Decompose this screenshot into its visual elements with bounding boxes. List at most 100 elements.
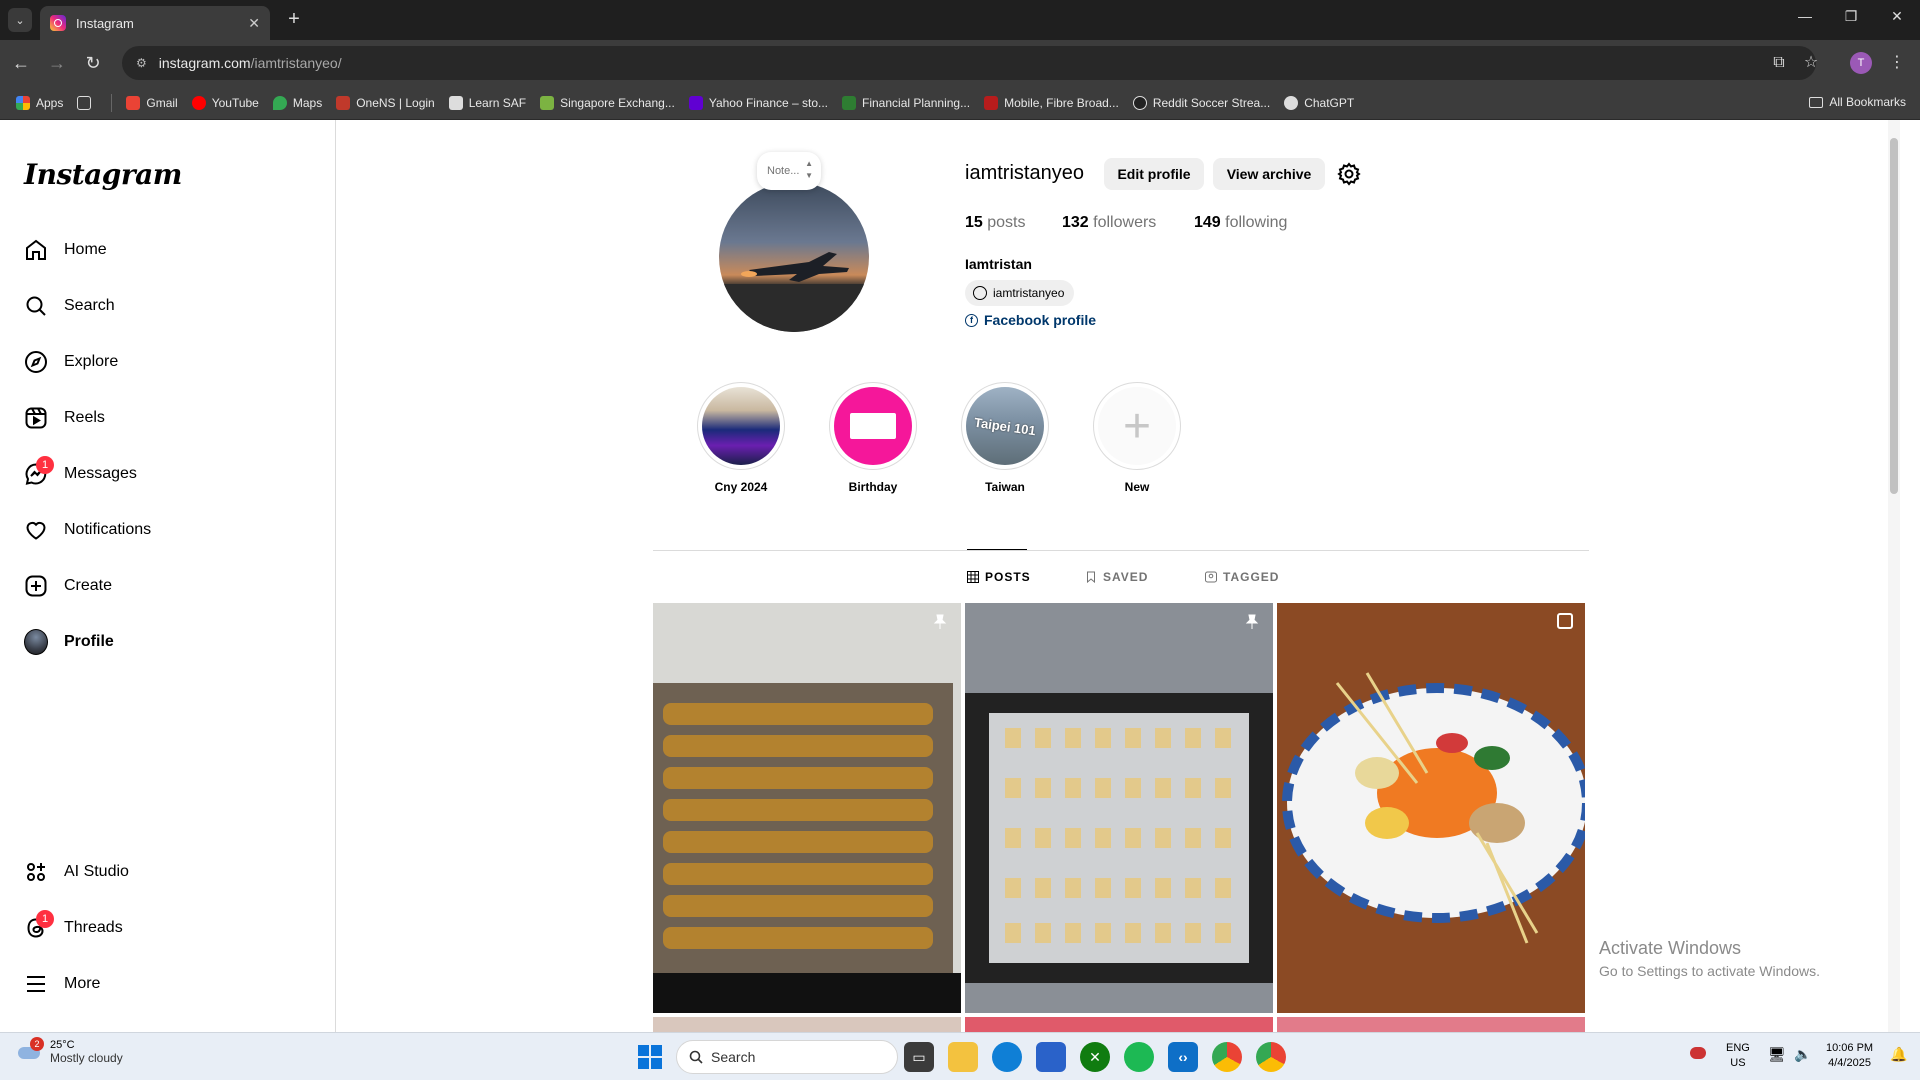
sidebar-item-explore[interactable]: Explore [12,338,322,386]
language-indicator[interactable]: ENG US [1726,1041,1750,1071]
task-view-icon[interactable]: ▭ [904,1042,934,1072]
chrome-icon[interactable] [1212,1042,1242,1072]
post-tile[interactable] [1277,603,1585,1013]
bookmark-learn-saf[interactable]: Learn SAF [448,95,526,110]
site-info-icon[interactable]: ⚙ [136,56,147,70]
post-tile[interactable] [1277,1017,1585,1032]
bookmark-onens[interactable]: OneNS | Login [336,95,435,110]
grid-icon [967,571,979,583]
search-icon [689,1050,703,1064]
tab-search-dropdown[interactable]: ⌄ [8,8,32,32]
tray-status-icon[interactable] [1690,1047,1706,1064]
bookmark-yahoo-finance[interactable]: Yahoo Finance – sto... [688,95,828,110]
sidebar-item-more[interactable]: More [12,960,322,1008]
clock[interactable]: 10:06 PM 4/4/2025 [1826,1041,1873,1071]
highlight-birthday[interactable]: Birthday [829,382,917,494]
post-tile[interactable] [965,603,1273,1013]
sidebar-item-ai-studio[interactable]: AI Studio [12,848,322,896]
xbox-icon[interactable]: ✕ [1080,1042,1110,1072]
file-explorer-icon[interactable] [948,1042,978,1072]
microsoft-store-icon[interactable] [1036,1042,1066,1072]
facebook-profile-link[interactable]: f Facebook profile [965,312,1096,328]
settings-gear-icon[interactable] [1337,162,1361,186]
tab-tagged[interactable]: TAGGED [1205,570,1279,584]
bookmark-financial-planning[interactable]: Financial Planning... [842,95,970,110]
back-icon[interactable]: ← [8,50,34,76]
bookmark-reddit-soccer[interactable]: Reddit Soccer Strea... [1132,95,1270,110]
bookmark-mobile-fibre[interactable]: Mobile, Fibre Broad... [984,95,1119,110]
profile-avatar[interactable] [719,182,869,332]
bookmark-apps[interactable]: Apps [16,95,63,110]
notification-bell-icon[interactable]: 🔔 [1890,1047,1907,1062]
post-tile[interactable] [653,603,961,1013]
page-scrollbar[interactable] [1888,120,1900,1032]
sidebar-item-home[interactable]: Home [12,226,322,274]
profile-avatar-icon [24,629,48,655]
tab-posts[interactable]: POSTS [967,570,1031,584]
address-bar[interactable]: ⚙ instagram.com/iamtristanyeo/ [122,46,1816,80]
instagram-logo[interactable]: Instagram [24,158,182,191]
highlight-taiwan[interactable]: Taipei 101 Taiwan [961,382,1049,494]
scrollbar-thumb[interactable] [1890,138,1898,494]
taskbar-search[interactable]: Search [676,1040,898,1074]
restore-icon[interactable]: ❐ [1836,8,1866,25]
bookmark-maps[interactable]: Maps [272,95,322,110]
tab-saved[interactable]: SAVED [1085,570,1148,584]
threads-handle-chip[interactable]: iamtristanyeo [965,280,1075,306]
highlight-new[interactable]: + New [1093,382,1181,494]
post-tile[interactable] [965,1017,1273,1032]
cloudy-weather-icon: 2 [16,1037,44,1063]
weather-widget[interactable]: 2 25°C Mostly cloudy [16,1037,123,1065]
tab-close-icon[interactable]: ✕ [248,15,260,32]
view-archive-button[interactable]: View archive [1213,158,1325,190]
sidebar-item-reels[interactable]: Reels [12,394,322,442]
sidebar-item-threads[interactable]: 1 Threads [12,904,322,952]
posts-count: 15 posts [965,214,1026,231]
new-tab-button[interactable]: + [282,8,306,32]
browser-menu-icon[interactable]: ⋮ [1884,50,1910,76]
highlight-ring: Taipei 101 [961,382,1049,470]
vscode-icon[interactable]: ‹› [1168,1042,1198,1072]
bookmarks-bar: Apps Gmail YouTube Maps OneNS | Login Le… [0,86,1920,120]
post-tile[interactable] [653,1017,961,1032]
note-bubble[interactable]: Note... ▲ ▼ [757,152,821,190]
install-app-icon[interactable]: ⧉ [1766,50,1792,76]
following-count[interactable]: 149 following [1194,214,1287,232]
browser-tab[interactable]: Instagram ✕ [40,6,270,40]
all-bookmarks-button[interactable]: All Bookmarks [1809,95,1906,109]
edge-icon[interactable] [992,1042,1022,1072]
volume-icon[interactable]: 🔈 [1794,1047,1811,1062]
highlight-cny-2024[interactable]: Cny 2024 [697,382,785,494]
followers-count[interactable]: 132 followers [1062,214,1156,232]
financial-planning-icon [842,95,857,110]
tab-groups-icon[interactable] [77,95,97,110]
yahoo-icon [688,95,703,110]
sidebar-item-profile[interactable]: Profile [12,618,322,666]
close-window-icon[interactable]: ✕ [1882,8,1912,25]
bookmark-youtube[interactable]: YouTube [191,95,259,110]
reload-icon[interactable]: ↻ [80,50,106,76]
profile-main: Note... ▲ ▼ iamtristanyeo Edit profile Vi… [337,120,1900,1032]
bookmark-sgx[interactable]: Singapore Exchang... [540,95,675,110]
sidebar-item-messages[interactable]: 1 Messages [12,450,322,498]
sausage-rolls-photo [653,603,961,1013]
chrome-icon-2[interactable] [1256,1042,1286,1072]
sidebar-item-create[interactable]: Create [12,562,322,610]
browser-profile-avatar[interactable]: T [1850,52,1872,74]
bookmark-star-icon[interactable]: ☆ [1798,50,1824,76]
home-icon [24,238,48,262]
sidebar-item-search[interactable]: Search [12,282,322,330]
windows-start-icon[interactable] [638,1045,662,1069]
network-icon[interactable]: 🖥 [1768,1047,1786,1062]
avatar [24,629,48,655]
profile-username: iamtristanyeo [965,162,1084,184]
messenger-icon: 1 [24,456,54,486]
sidebar-item-notifications[interactable]: Notifications [12,506,322,554]
edit-profile-button[interactable]: Edit profile [1104,158,1204,190]
bookmark-gmail[interactable]: Gmail [126,95,178,110]
bookmark-chatgpt[interactable]: ChatGPT [1284,95,1354,110]
minimize-icon[interactable]: — [1790,8,1820,24]
messages-badge: 1 [36,456,54,474]
spotify-icon[interactable] [1124,1042,1154,1072]
forward-icon[interactable]: → [44,50,70,76]
